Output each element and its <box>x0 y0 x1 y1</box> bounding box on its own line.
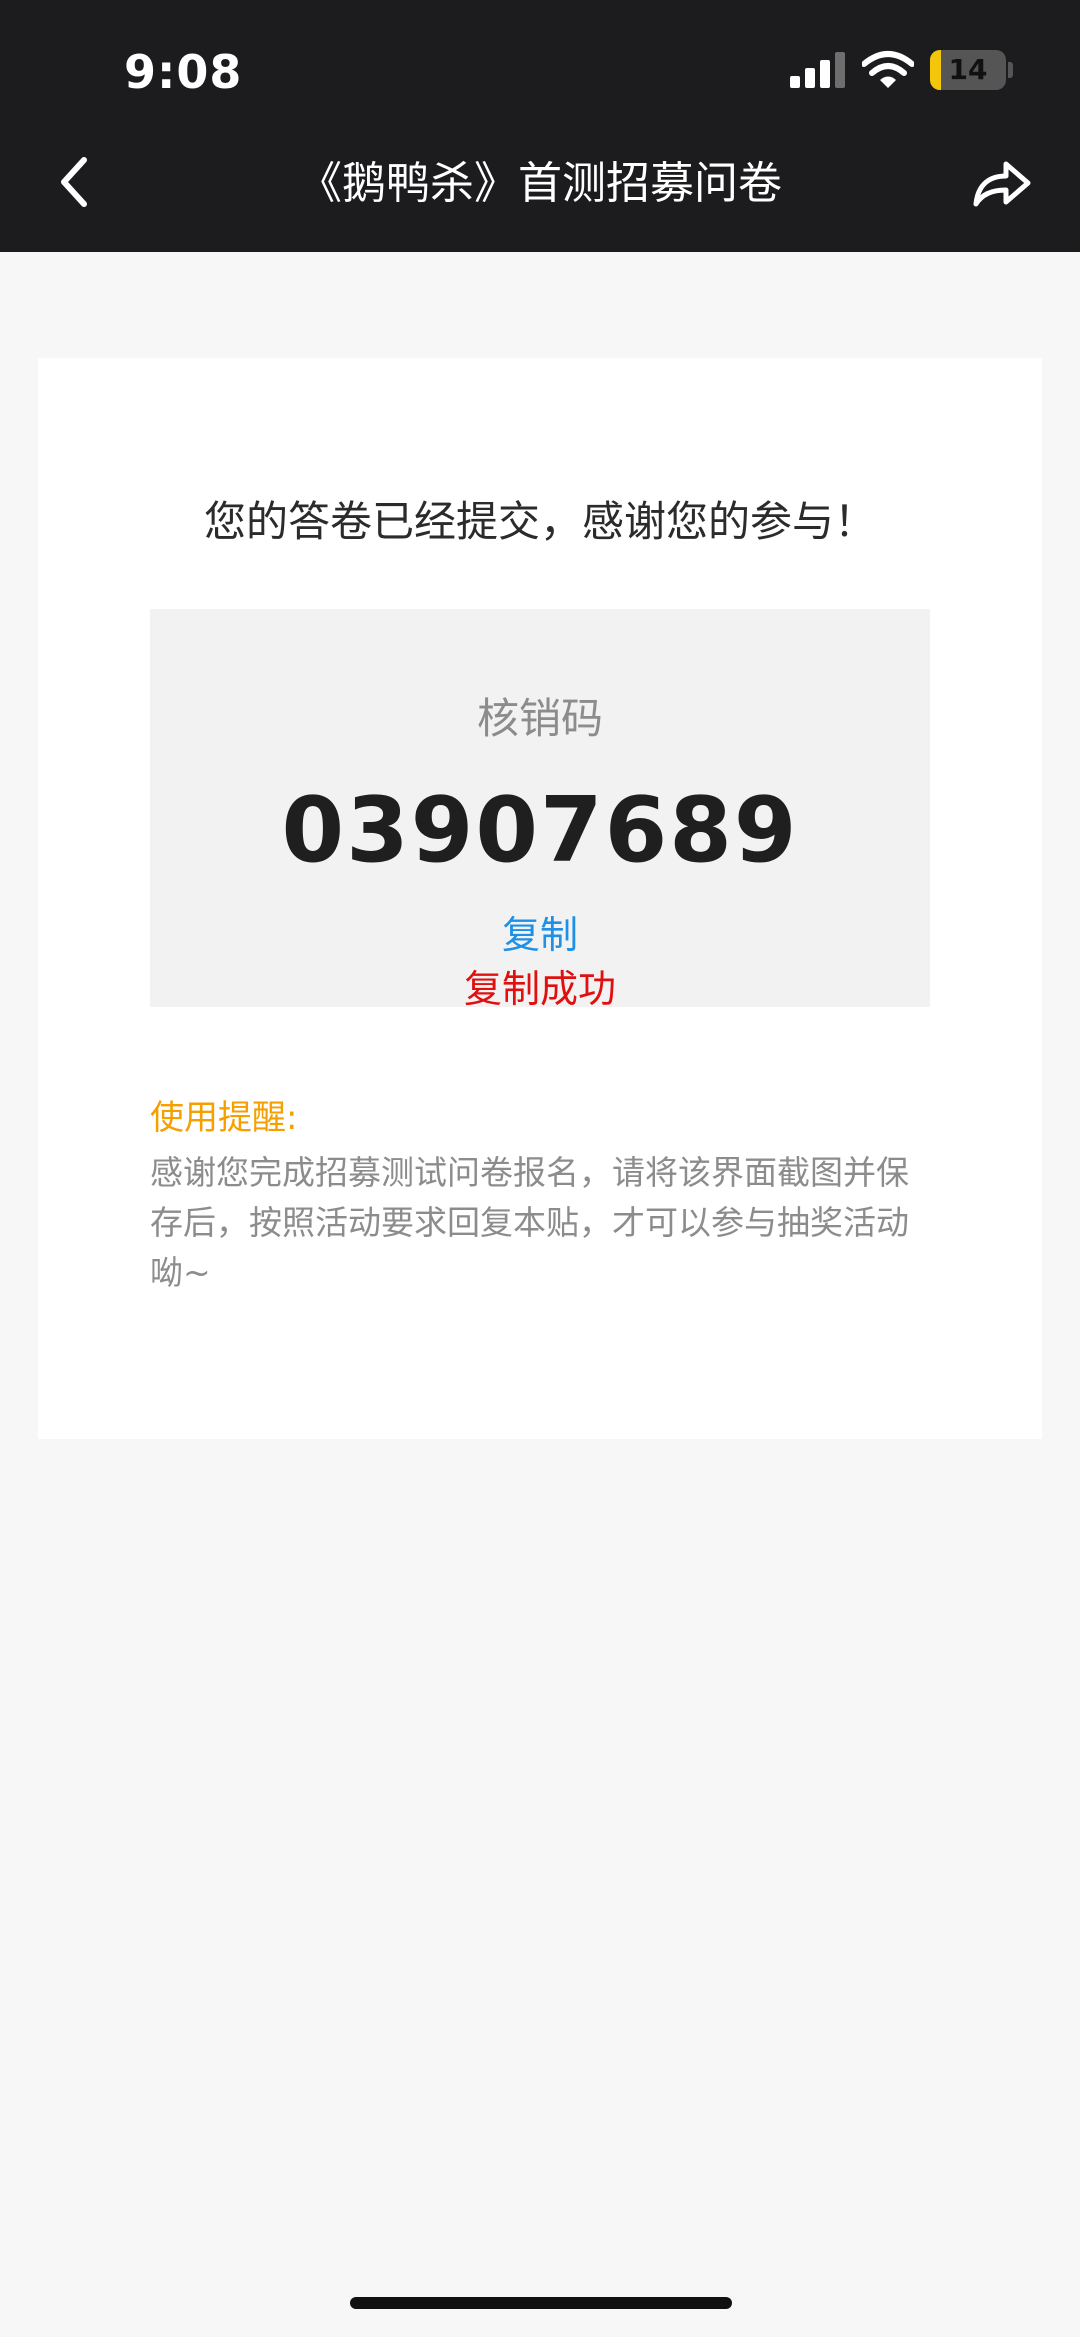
status-time: 9:08 <box>124 45 243 99</box>
submit-message: 您的答卷已经提交，感谢您的参与！ <box>203 497 876 546</box>
tip-body: 感谢您完成招募测试问卷报名，请将该界面截图并保存后，按照活动要求回复本贴，才可以… <box>150 1153 909 1292</box>
tip-title: 使用提醒: <box>150 1098 298 1138</box>
verification-code: 03907689 <box>281 778 799 883</box>
battery-level: 14 <box>948 53 988 86</box>
battery-icon: 14 <box>930 50 1006 90</box>
page-title: 《鹅鸭杀》首测招募问卷 <box>298 158 782 209</box>
result-card: 您的答卷已经提交，感谢您的参与！ 核销码 03907689 复制 复制成功 使用… <box>38 358 1042 1439</box>
copy-success-message: 复制成功 <box>463 967 616 1011</box>
cellular-signal-icon <box>790 52 845 88</box>
wifi-icon <box>862 51 914 88</box>
code-label: 核销码 <box>476 694 603 743</box>
battery-nub <box>1008 62 1013 78</box>
home-indicator[interactable] <box>350 2297 732 2309</box>
top-bar: 9:08 14 《鹅鸭杀》首测招募问卷 <box>0 0 1080 252</box>
verification-code-box: 核销码 03907689 复制 复制成功 <box>150 609 930 1011</box>
copy-button[interactable]: 复制 <box>460 909 620 961</box>
chevron-left-icon[interactable] <box>54 152 94 212</box>
share-arrow-icon[interactable] <box>970 154 1032 210</box>
